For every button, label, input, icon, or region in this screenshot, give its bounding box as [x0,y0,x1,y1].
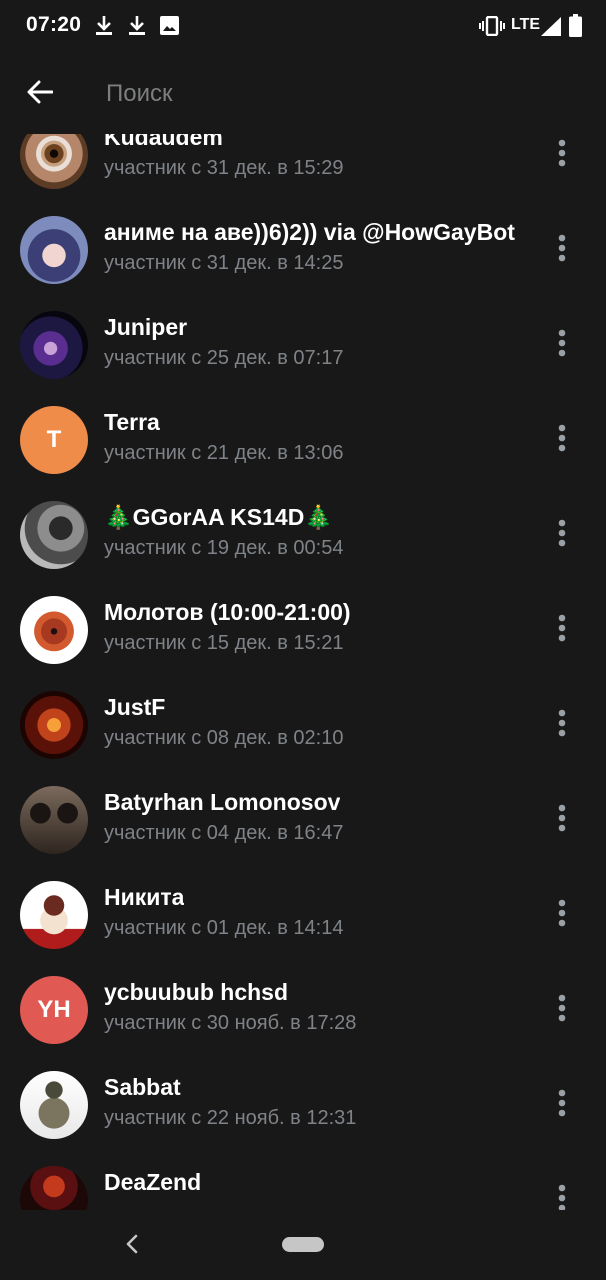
avatar [20,786,88,854]
avatar [20,216,88,284]
list-item[interactable]: Sabbat участник с 22 нояб. в 12:31 [0,1057,606,1152]
app-bar [0,54,606,134]
more-vertical-icon [558,709,566,742]
more-options-button[interactable] [540,511,584,559]
member-name: Terra [104,409,160,435]
list-item[interactable]: T Terra участник с 21 дек. в 13:06 [0,392,606,487]
member-name: Sabbat [104,1074,181,1100]
more-vertical-icon [558,1184,566,1210]
avatar [20,501,88,569]
search-input[interactable] [106,74,576,114]
list-item[interactable]: DeaZend [0,1152,606,1210]
more-vertical-icon [558,234,566,267]
more-vertical-icon [558,329,566,362]
more-options-button[interactable] [540,891,584,939]
member-status: участник с 01 дек. в 14:14 [104,917,344,939]
vibrate-icon [479,15,505,41]
avatar: YH [20,976,88,1044]
more-options-button[interactable] [540,1176,584,1210]
member-status: участник с 31 дек. в 15:29 [104,157,344,179]
status-bar: 07:20 LTE [0,0,606,54]
more-options-button[interactable] [540,796,584,844]
nav-back-button[interactable] [118,1232,146,1260]
member-status: участник с 15 дек. в 15:21 [104,632,344,654]
avatar [20,311,88,379]
member-status: участник с 31 дек. в 14:25 [104,252,344,274]
more-vertical-icon [558,899,566,932]
member-status: участник с 08 дек. в 02:10 [104,727,344,749]
member-status: участник с 21 дек. в 13:06 [104,442,344,464]
list-item[interactable]: YH ycbuubub hchsd участник с 30 нояб. в … [0,962,606,1057]
more-options-button[interactable] [540,416,584,464]
avatar [20,1071,88,1139]
member-name: ycbuubub hchsd [104,979,288,1005]
list-item[interactable]: JustF участник с 08 дек. в 02:10 [0,677,606,772]
network-type-label: LTE [511,16,541,33]
more-vertical-icon [558,614,566,647]
more-options-button[interactable] [540,1081,584,1129]
signal-icon [541,17,561,41]
navigation-bar [0,1210,606,1280]
battery-icon [569,14,582,42]
avatar-initials: YH [37,996,71,1023]
avatar [20,691,88,759]
member-status: участник с 25 дек. в 07:17 [104,347,344,369]
member-list[interactable]: Kudaudem участник с 31 дек. в 15:29 аним… [0,134,606,1210]
list-item[interactable]: Juniper участник с 25 дек. в 07:17 [0,297,606,392]
member-name: Batyrhan Lomonosov [104,789,341,815]
avatar [20,596,88,664]
avatar [20,881,88,949]
member-status: участник с 22 нояб. в 12:31 [104,1107,357,1129]
list-item[interactable]: Никита участник с 01 дек. в 14:14 [0,867,606,962]
list-item[interactable]: Молотов (10:00-21:00) участник с 15 дек.… [0,582,606,677]
list-item[interactable]: аниме на аве))6)2)) via @HowGayBot участ… [0,202,606,297]
member-name: DeaZend [104,1169,202,1195]
list-item[interactable]: Batyrhan Lomonosov участник с 04 дек. в … [0,772,606,867]
more-options-button[interactable] [540,701,584,749]
image-icon [160,16,179,40]
more-vertical-icon [558,424,566,457]
more-vertical-icon [558,519,566,552]
more-vertical-icon [558,139,566,172]
home-pill-icon[interactable] [282,1237,324,1252]
member-name: аниме на аве))6)2)) via @HowGayBot [104,219,515,245]
member-name: Никита [104,884,185,910]
more-options-button[interactable] [540,134,584,179]
avatar: T [20,406,88,474]
avatar [20,1166,88,1210]
download-icon [95,15,113,42]
member-name: Молотов (10:00-21:00) [104,599,351,625]
arrow-left-icon [27,80,54,109]
more-options-button[interactable] [540,226,584,274]
back-button[interactable] [14,68,66,120]
member-status: участник с 30 нояб. в 17:28 [104,1012,357,1034]
avatar-initials: T [46,426,62,453]
member-name: Juniper [104,314,188,340]
more-options-button[interactable] [540,606,584,654]
more-vertical-icon [558,804,566,837]
member-name: Kudaudem [104,134,223,150]
more-options-button[interactable] [540,986,584,1034]
more-vertical-icon [558,1089,566,1122]
avatar [20,134,88,189]
member-status: участник с 04 дек. в 16:47 [104,822,344,844]
list-item[interactable]: Kudaudem участник с 31 дек. в 15:29 [0,134,606,202]
more-options-button[interactable] [540,321,584,369]
more-vertical-icon [558,994,566,1027]
member-name: 🎄GGorAA KS14D🎄 [104,504,333,530]
download-icon [128,15,146,42]
member-status: участник с 19 дек. в 00:54 [104,537,344,559]
status-time: 07:20 [26,13,82,36]
nav-back-chevron-icon [125,1234,139,1259]
list-item[interactable]: 🎄GGorAA KS14D🎄 участник с 19 дек. в 00:5… [0,487,606,582]
member-name: JustF [104,694,166,720]
